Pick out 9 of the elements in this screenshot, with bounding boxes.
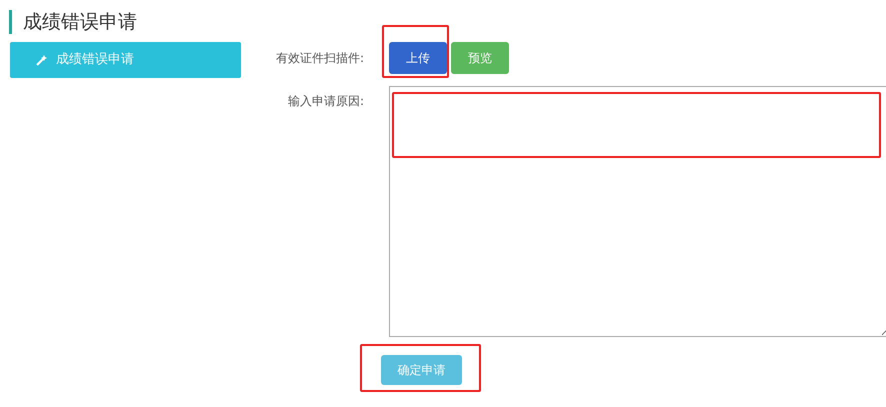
submit-button[interactable]: 确定申请 <box>381 355 462 385</box>
preview-button[interactable]: 预览 <box>451 42 509 74</box>
field-label: 输入申请原因: <box>286 93 364 110</box>
sidebar-item[interactable]: 成绩错误申请 <box>10 42 241 78</box>
upload-button[interactable]: 上传 <box>389 42 447 74</box>
wand-icon <box>36 54 48 66</box>
page-title: 成绩错误申请 <box>23 10 137 35</box>
reason-field[interactable] <box>389 86 886 337</box>
field-label: 有效证件扫描件: <box>274 50 364 67</box>
